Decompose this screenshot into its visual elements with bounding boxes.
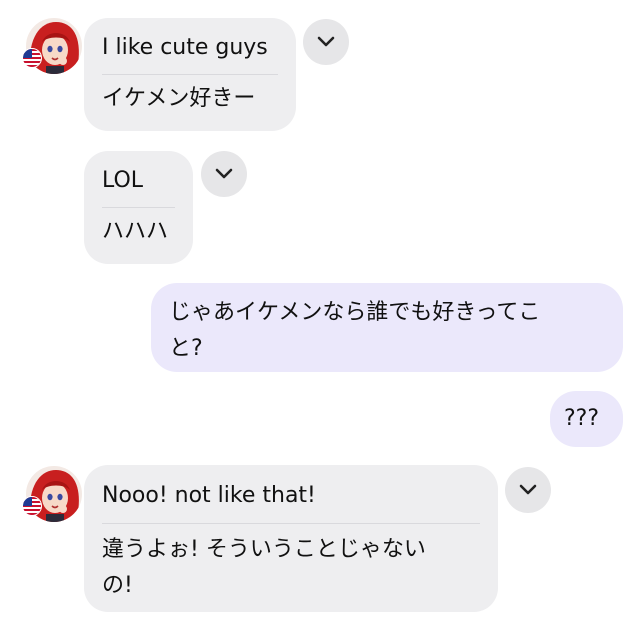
message-bubble-outgoing[interactable]: ??? — [550, 391, 623, 447]
translate-toggle-button[interactable] — [505, 467, 551, 513]
message-bubble-incoming[interactable]: LOL ハハハ — [84, 151, 193, 264]
message-bubble-incoming[interactable]: I like cute guys イケメン好きー — [84, 18, 296, 131]
message-translation-text: の! — [102, 573, 133, 598]
message-bubble-outgoing[interactable]: じゃあイケメンなら誰でも好きってこ と? — [151, 283, 623, 372]
message-original-text: Nooo! not like that! — [102, 483, 316, 508]
us-flag-icon — [22, 48, 42, 68]
avatar[interactable] — [22, 18, 82, 74]
chevron-down-icon — [519, 484, 537, 495]
us-flag-icon — [22, 496, 42, 516]
message-original-text: LOL — [102, 168, 144, 193]
message-bubble-incoming[interactable]: Nooo! not like that! 違うよぉ! そういうことじゃない の! — [84, 465, 498, 612]
translate-toggle-button[interactable] — [303, 19, 349, 65]
avatar[interactable] — [22, 466, 82, 522]
chevron-down-icon — [215, 168, 233, 179]
message-translation-text: ハハハ — [102, 219, 169, 244]
translate-toggle-button[interactable] — [201, 151, 247, 197]
message-text-line: じゃあイケメンなら誰でも好きってこ — [169, 300, 541, 325]
message-translation-text: 違うよぉ! そういうことじゃない — [102, 537, 426, 562]
message-text-line: と? — [169, 336, 203, 361]
message-original-text: I like cute guys — [102, 35, 268, 60]
message-text: ??? — [564, 406, 600, 431]
message-translation-text: イケメン好きー — [102, 86, 256, 111]
chevron-down-icon — [317, 36, 335, 47]
